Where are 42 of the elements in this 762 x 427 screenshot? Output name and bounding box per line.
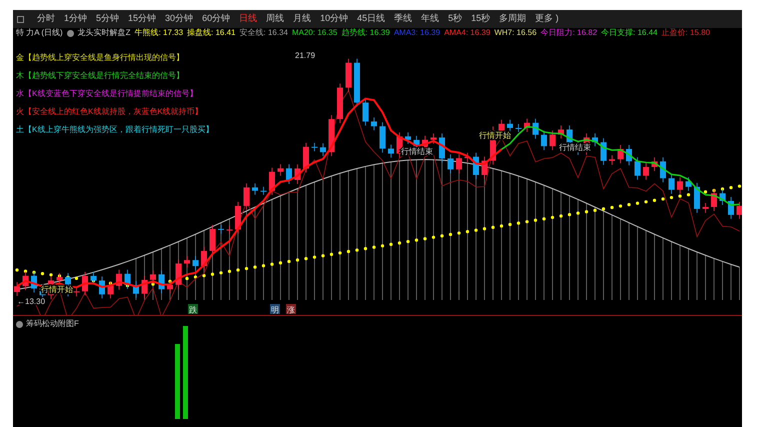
period-tab[interactable]: 15分钟: [128, 12, 156, 26]
signal-legend-text: 火【安全线上的红色K线就持股，灰蓝色K线就持币】: [16, 106, 204, 117]
signal-marker: 明: [270, 304, 280, 314]
period-tab[interactable]: 30分钟: [165, 12, 194, 26]
indicator-value: WH7: 16.56: [494, 29, 537, 37]
indicator-value: AMA4: 16.39: [444, 29, 490, 37]
indicator-value: 止盈价: 15.80: [662, 29, 710, 37]
period-tab[interactable]: 10分钟: [320, 12, 348, 26]
period-tab[interactable]: 月线: [293, 12, 312, 26]
period-tab[interactable]: 5分钟: [96, 12, 120, 26]
period-tab[interactable]: 更多 ): [535, 12, 559, 26]
indicator-value: MA20: 16.35: [292, 29, 338, 37]
period-tab[interactable]: 15秒: [471, 12, 490, 26]
signal-legend-text: 金【趋势线上穿安全线是鱼身行情出现的信号】: [16, 52, 185, 63]
period-tab[interactable]: 5秒: [448, 12, 462, 26]
signal-marker: 跌: [188, 304, 198, 314]
period-tab[interactable]: 周线: [266, 12, 284, 26]
checkbox-icon[interactable]: [17, 16, 24, 22]
period-tab[interactable]: 日线: [239, 12, 258, 26]
indicator-value: 操盘线: 16.41: [187, 29, 236, 37]
sub-panel-title: 筹码松动附图F: [26, 318, 79, 330]
period-tab[interactable]: 季线: [394, 12, 412, 26]
period-tab[interactable]: 45日线: [357, 12, 386, 26]
period-tab[interactable]: 分时: [37, 12, 55, 26]
indicator-value: AMA3: 16.39: [394, 29, 440, 37]
indicator-value: 牛熊线: 17.33: [134, 29, 184, 37]
signal-legend-text: 土【K线上穿牛熊线为强势区，跟着行情死盯一只股买】: [16, 124, 214, 135]
indicator-value: 趋势线: 16.39: [341, 29, 390, 37]
indicator-value: 安全线: 16.34: [240, 29, 288, 37]
period-tab[interactable]: 多周期: [499, 12, 526, 26]
period-tab[interactable]: 60分钟: [202, 12, 230, 26]
period-tab[interactable]: 年线: [421, 12, 440, 26]
indicator-value: 今日支撑: 16.44: [601, 29, 658, 37]
stock-name: 特 力A (日线): [16, 29, 63, 37]
signal-marker: 涨: [286, 304, 296, 314]
indicator-value: 今日阻力: 16.82: [540, 29, 598, 37]
signal-legend-text: 水【K线变蓝色下穿安全线是行情提前结束的信号】: [16, 88, 198, 99]
period-tab[interactable]: 1分钟: [64, 12, 88, 26]
chart-label: ←13.30: [17, 297, 46, 306]
indicator-name: 龙头实时解盘Z: [78, 29, 131, 37]
signal-legend-text: 木【趋势线下穿安全线是行情完全结束的信号】: [16, 70, 185, 81]
chart-label: 21.79: [295, 51, 316, 60]
